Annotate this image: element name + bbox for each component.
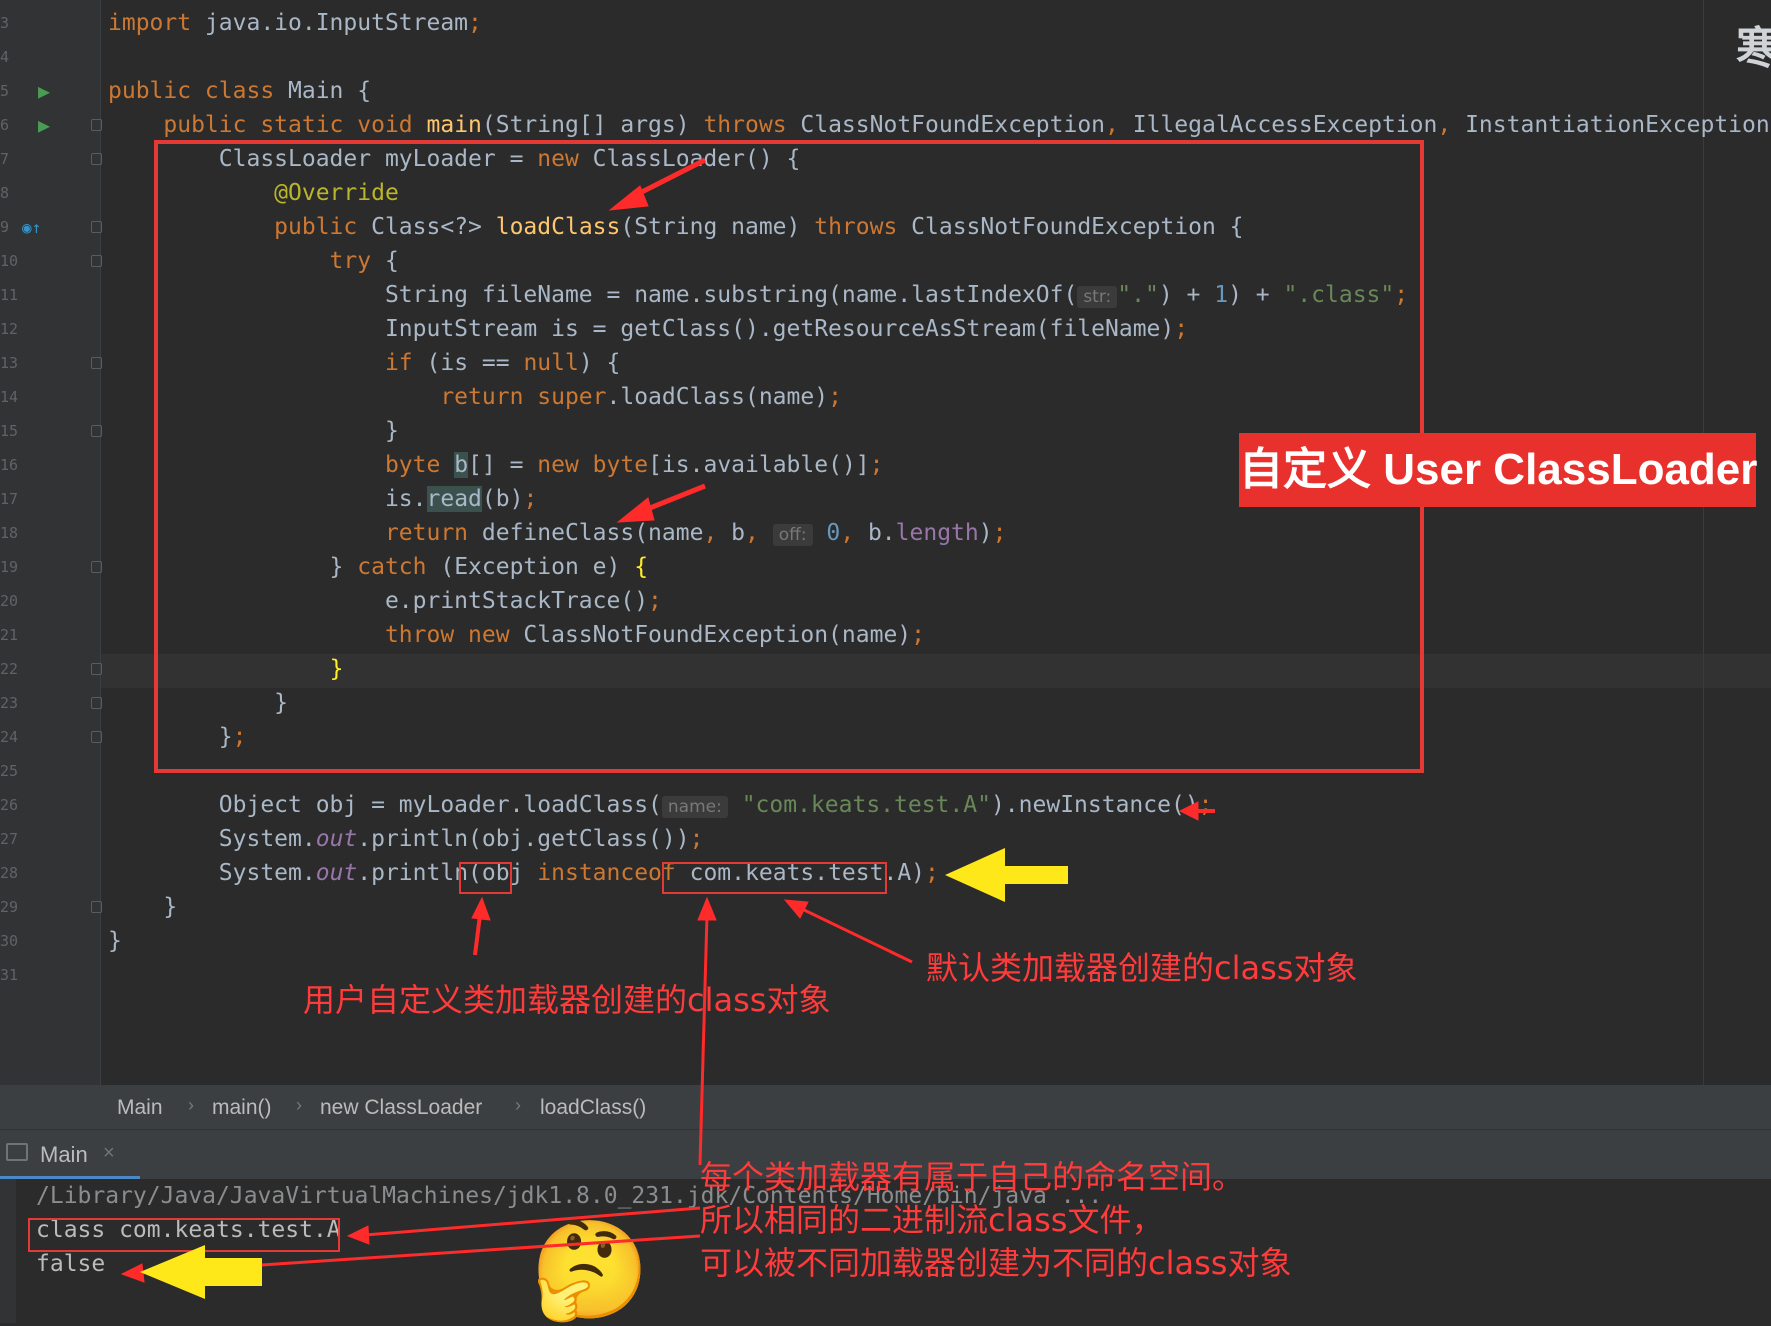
red-arrow-icon (471, 896, 491, 956)
red-arrow-icon (1178, 801, 1215, 821)
red-arrow-icon (697, 896, 717, 1166)
red-arrow-icon (783, 899, 913, 964)
yellow-arrow-icon (140, 1245, 262, 1299)
annotation-arrows-layer (120, 157, 1215, 1299)
red-arrow-icon (616, 483, 706, 523)
yellow-arrow-icon (945, 848, 1068, 902)
red-arrow-icon (608, 157, 707, 211)
